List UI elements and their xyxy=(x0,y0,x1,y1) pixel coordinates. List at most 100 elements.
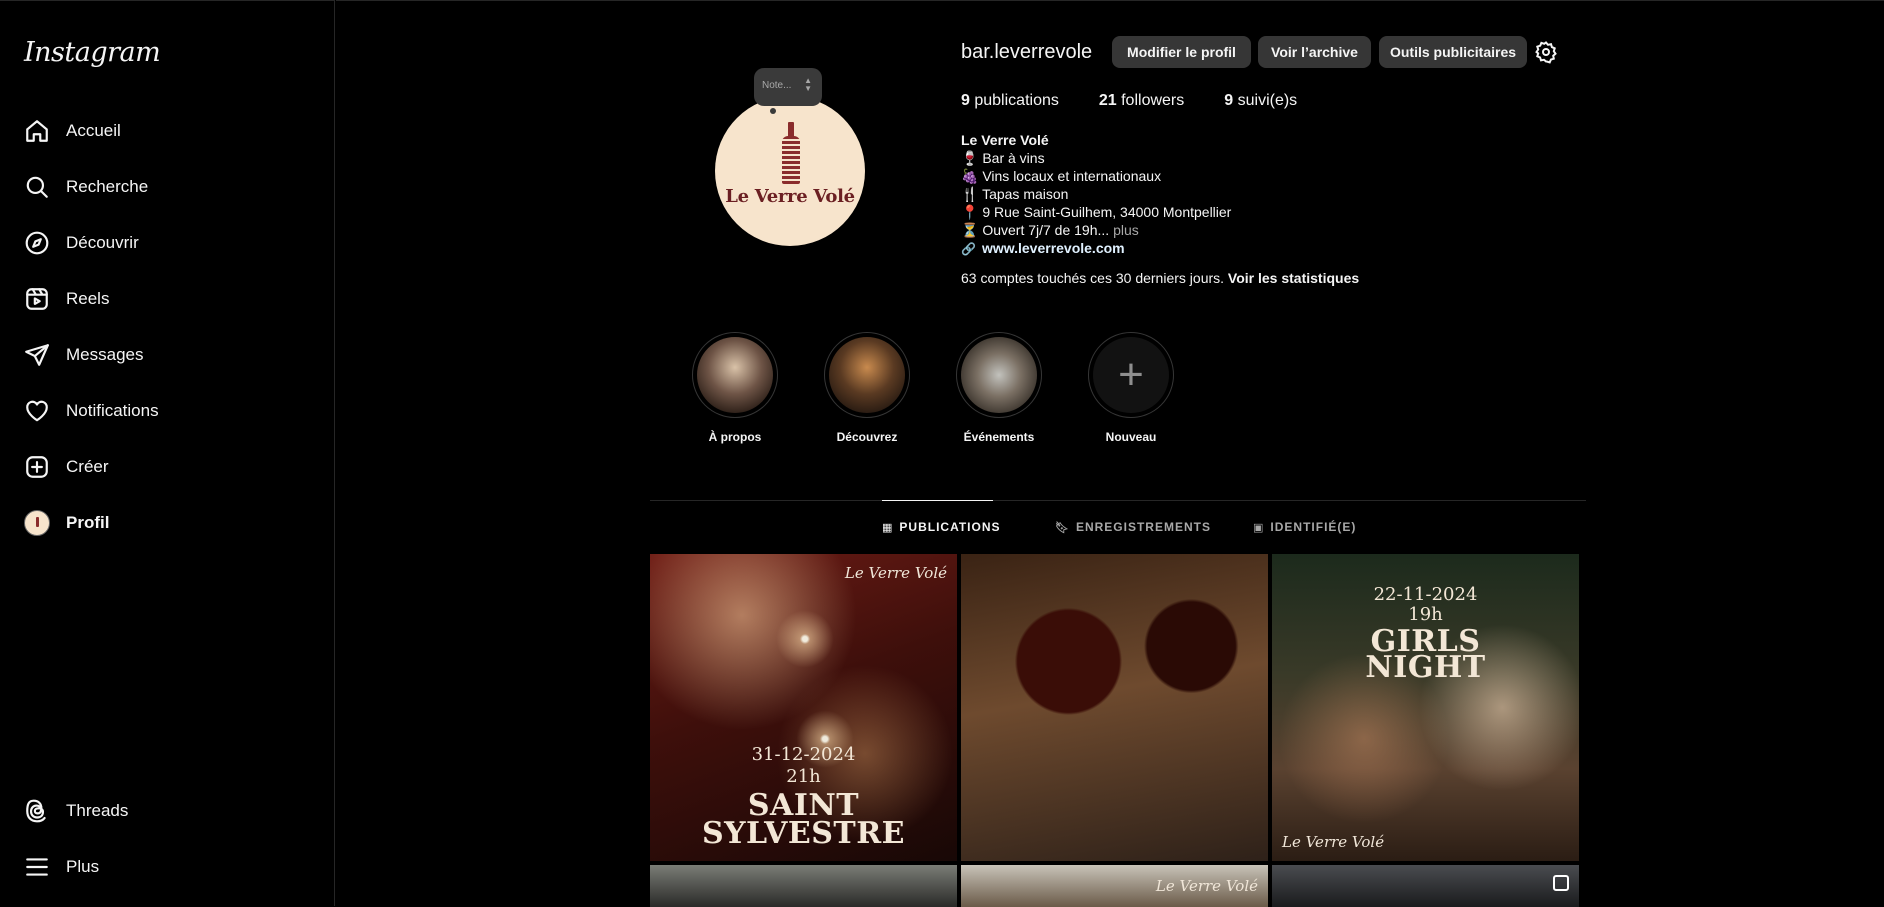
sidebar-item-label: Accueil xyxy=(66,121,121,140)
highlight-about[interactable]: À propos xyxy=(685,332,785,444)
profile-stats: 9 publications 21 followers 9 suivi(e)s xyxy=(961,92,1337,110)
sidebar-item-profile[interactable]: Profil xyxy=(12,495,322,551)
sidebar-nav: Accueil Recherche Découvrir Reels Messag… xyxy=(12,103,322,551)
edit-profile-button[interactable]: Modifier le profil xyxy=(1112,36,1251,68)
sidebar-item-reels[interactable]: Reels xyxy=(12,271,322,327)
plus-square-icon xyxy=(24,454,50,480)
bio-line: 🍇 Vins locaux et internationaux xyxy=(961,168,1162,184)
sidebar-item-create[interactable]: Créer xyxy=(12,439,322,495)
highlight-label: Événements xyxy=(963,430,1035,444)
highlight-label: À propos xyxy=(708,430,762,444)
compass-icon xyxy=(24,230,50,256)
reach-text: 63 comptes touchés ces 30 derniers jours… xyxy=(961,270,1225,286)
profile-avatar[interactable]: Le Verre Volé xyxy=(715,96,865,246)
website-link[interactable]: www.leverrevole.com xyxy=(982,240,1125,256)
sidebar-item-search[interactable]: Recherche xyxy=(12,159,322,215)
search-icon xyxy=(24,174,50,200)
chevron-up-down-icon: ▲ ▼ xyxy=(804,76,812,93)
ad-tools-button[interactable]: Outils publicitaires xyxy=(1379,36,1527,68)
reach-summary: 63 comptes touchés ces 30 derniers jours… xyxy=(961,270,1359,286)
bio-more-link[interactable]: plus xyxy=(1113,222,1139,238)
highlight-label: Découvrez xyxy=(836,430,898,444)
posts-stat: 9 publications xyxy=(961,92,1059,109)
sidebar-item-label: Profil xyxy=(66,513,110,532)
post-watermark: Le Verre Volé xyxy=(1282,833,1385,851)
sidebar-item-threads[interactable]: Threads xyxy=(12,783,322,839)
highlight-label: Nouveau xyxy=(1105,430,1157,444)
sidebar-bottom-nav: Threads Plus xyxy=(12,783,322,895)
menu-icon xyxy=(24,854,50,880)
view-archive-button[interactable]: Voir l’archive xyxy=(1258,36,1371,68)
tab-tagged[interactable]: ▣ IDENTIFIÉ(E) xyxy=(1253,520,1356,534)
post-date: 31-12-2024 xyxy=(751,744,856,765)
post-tile[interactable]: Le Verre Volé 31-12-2024 21h SAINT SYLVE… xyxy=(650,554,957,861)
sidebar-item-notifications[interactable]: Notifications xyxy=(12,383,322,439)
post-tile[interactable]: 22-11-2024 19h GIRLS NIGHT Le Verre Volé xyxy=(1272,554,1579,861)
reels-icon xyxy=(24,286,50,312)
active-tab-indicator xyxy=(882,500,993,501)
bio-line: ⏳ Ouvert 7j/7 de 19h... plus xyxy=(961,222,1139,238)
sidebar-item-label: Reels xyxy=(66,289,110,308)
bio-line: 🍷 Bar à vins xyxy=(961,150,1045,166)
note-bubble[interactable]: Note... ▲ ▼ xyxy=(754,68,822,114)
home-icon xyxy=(24,118,50,144)
bio-line: 🍴 Tapas maison xyxy=(961,186,1069,202)
sidebar-item-label: Messages xyxy=(66,345,144,364)
threads-icon xyxy=(24,798,50,824)
wine-bottle-logo xyxy=(782,122,800,184)
post-tile[interactable]: Le Verre Volé xyxy=(961,865,1268,907)
sidebar-item-label: Notifications xyxy=(66,401,159,420)
highlight-cover xyxy=(697,337,773,413)
profile-main: Le Verre Volé Note... ▲ ▼ bar.leverrevole… xyxy=(336,0,1884,907)
avatar xyxy=(24,510,50,536)
grid-icon: ▦ xyxy=(882,521,894,534)
highlight-discover[interactable]: Découvrez xyxy=(817,332,917,444)
bio-link-row: 🔗 www.leverrevole.com xyxy=(961,239,1231,258)
send-icon xyxy=(24,342,50,368)
post-tile[interactable] xyxy=(650,865,957,907)
bio-name: Le Verre Volé xyxy=(961,132,1049,148)
post-tile[interactable] xyxy=(961,554,1268,861)
carousel-icon xyxy=(1553,875,1569,891)
tab-saved[interactable]: 🔖︎ ENREGISTREMENTS xyxy=(1055,520,1211,534)
sidebar-item-label: Plus xyxy=(66,857,100,876)
view-insights-link[interactable]: Voir les statistiques xyxy=(1228,270,1359,286)
sidebar-item-explore[interactable]: Découvrir xyxy=(12,215,322,271)
post-time: 21h xyxy=(786,766,821,787)
plus-icon: + xyxy=(1118,350,1144,399)
post-title: NIGHT xyxy=(1365,650,1486,685)
highlight-cover xyxy=(829,337,905,413)
bookmark-icon: 🔖︎ xyxy=(1055,521,1070,534)
sidebar-item-label: Découvrir xyxy=(66,233,139,252)
sidebar-item-label: Recherche xyxy=(66,177,149,196)
profile-bio: Le Verre Volé 🍷 Bar à vins 🍇 Vins locaux… xyxy=(961,131,1231,258)
highlight-cover xyxy=(961,337,1037,413)
heart-icon xyxy=(24,398,50,424)
post-watermark: Le Verre Volé xyxy=(844,564,947,582)
sidebar-item-messages[interactable]: Messages xyxy=(12,327,322,383)
followers-stat[interactable]: 21 followers xyxy=(1099,92,1184,110)
gear-icon[interactable] xyxy=(1534,40,1558,64)
sidebar-item-more[interactable]: Plus xyxy=(12,839,322,895)
sparkler-glow xyxy=(760,594,850,684)
sidebar: Instagram Accueil Recherche Découvrir Re… xyxy=(0,0,335,906)
following-stat[interactable]: 9 suivi(e)s xyxy=(1224,92,1297,110)
profile-username: bar.leverrevole xyxy=(961,41,1093,63)
note-text: Note... xyxy=(762,80,792,91)
highlight-new[interactable]: + Nouveau xyxy=(1081,332,1181,444)
post-time: 19h xyxy=(1408,604,1443,625)
sidebar-item-label: Créer xyxy=(66,457,109,476)
post-date: 22-11-2024 xyxy=(1373,584,1478,605)
tab-posts[interactable]: ▦ PUBLICATIONS xyxy=(882,520,1001,534)
highlight-events[interactable]: Événements xyxy=(949,332,1049,444)
instagram-logo[interactable]: Instagram xyxy=(24,37,161,68)
avatar-brand-text: Le Verre Volé xyxy=(725,186,855,207)
post-watermark: Le Verre Volé xyxy=(1155,877,1258,895)
post-title: SYLVESTRE xyxy=(701,816,906,851)
link-icon: 🔗 xyxy=(961,242,976,256)
sidebar-item-home[interactable]: Accueil xyxy=(12,103,322,159)
tagged-icon: ▣ xyxy=(1253,521,1265,534)
bio-line: 📍 9 Rue Saint-Guilhem, 34000 Montpellier xyxy=(961,204,1232,220)
sidebar-item-label: Threads xyxy=(66,801,129,820)
post-tile[interactable] xyxy=(1272,865,1579,907)
